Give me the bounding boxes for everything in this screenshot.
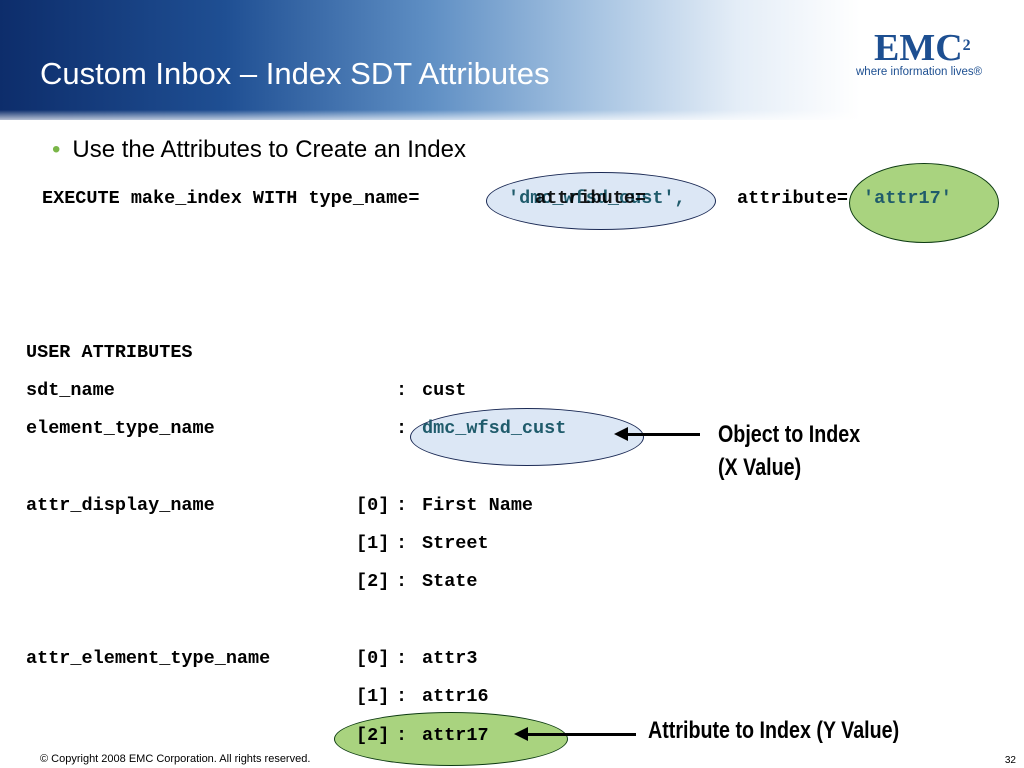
attr-row-colon: : (396, 533, 408, 554)
attr-row-value: First Name (422, 495, 534, 516)
attr-row-index: [2] (356, 571, 390, 592)
attr-row-colon: : (396, 418, 408, 439)
attributes-header: USER ATTRIBUTES (26, 342, 193, 363)
command-prefix: EXECUTE make_index WITH type_name= (42, 188, 420, 209)
slide-title: Custom Inbox – Index SDT Attributes (40, 56, 550, 91)
command-attribute-keyword-2: attribute= (737, 188, 849, 209)
object-arrow-head-icon (614, 427, 628, 441)
object-callout-line1: Object to Index (718, 421, 861, 448)
object-callout-line2: (X Value) (718, 454, 802, 481)
attr-row-name: attr_display_name (26, 495, 215, 516)
attr-row-index: [1] (356, 686, 390, 707)
attr-row-value: attr17 (422, 725, 489, 746)
attr-row-colon: : (396, 571, 408, 592)
attribute-callout: Attribute to Index (Y Value) (648, 717, 900, 744)
logo-tagline: where information lives® (856, 66, 983, 78)
copyright-footer: © Copyright 2008 EMC Corporation. All ri… (40, 753, 311, 765)
command-attribute-keyword: attribute= (535, 188, 647, 209)
attr-row-index: [0] (356, 495, 390, 516)
attr-row-index: [2] (356, 725, 390, 746)
attr-row-name: sdt_name (26, 380, 115, 401)
object-callout: Object to Index (X Value) (718, 418, 860, 484)
attr-row-colon: : (396, 686, 408, 707)
attr-row-name: element_type_name (26, 418, 215, 439)
attribute-arrow-head-icon (514, 727, 528, 741)
bullet-text: Use the Attributes to Create an Index (72, 136, 466, 163)
bullet-item: • Use the Attributes to Create an Index (52, 136, 466, 164)
attr-row-colon: : (396, 648, 408, 669)
attr-row-value: attr16 (422, 686, 489, 707)
logo-wordmark: EMC2 (874, 27, 971, 69)
attr-row-value: dmc_wfsd_cust (422, 418, 567, 439)
emc-logo: EMC2 where information lives® (856, 26, 986, 86)
attr-row-index: [1] (356, 533, 390, 554)
attr-row-index: [0] (356, 648, 390, 669)
attr-row-value: State (422, 571, 478, 592)
command-attribute-value: 'attr17' (863, 188, 952, 209)
attr-row-value: Street (422, 533, 489, 554)
attr-row-value: attr3 (422, 648, 478, 669)
object-arrow-line (628, 433, 700, 436)
attribute-arrow-line (528, 733, 636, 736)
attr-row-colon: : (396, 495, 408, 516)
attr-row-value: cust (422, 380, 467, 401)
attr-row-colon: : (396, 380, 408, 401)
page-number: 32 (1004, 755, 1016, 766)
bullet-dot-icon: • (52, 136, 61, 163)
attr-row-colon: : (396, 725, 408, 746)
attr-row-name: attr_element_type_name (26, 648, 271, 669)
